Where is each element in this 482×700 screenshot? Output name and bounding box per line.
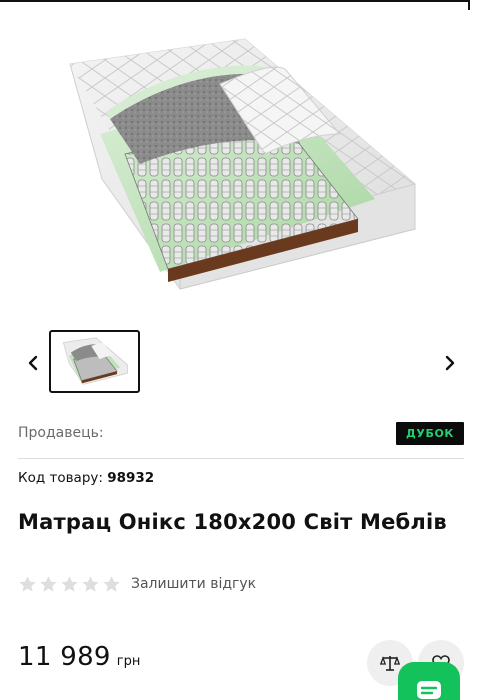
star-icon [61, 575, 78, 592]
product-code: Код товару: 98932 [18, 470, 154, 486]
thumbnail-image [62, 336, 128, 385]
product-code-value: 98932 [107, 470, 155, 486]
top-border [0, 0, 468, 2]
leave-review-link[interactable]: Залишити відгук [131, 576, 256, 592]
chevron-left-icon[interactable] [20, 350, 46, 376]
scales-icon [380, 656, 400, 671]
star-icon [40, 575, 57, 592]
top-border-tick [468, 0, 470, 10]
product-main-image[interactable] [40, 24, 440, 314]
product-title: Матрац Онікс 180х200 Світ Меблів [18, 510, 447, 534]
star-icon [19, 575, 36, 592]
price-value: 11 989 [18, 642, 111, 672]
star-icon [103, 575, 120, 592]
chevron-right-icon[interactable] [437, 350, 463, 376]
rating-row: Залишити відгук [18, 573, 256, 595]
seller-logo-text: ДУБОК [405, 427, 454, 440]
divider [18, 458, 464, 459]
chat-button[interactable] [398, 662, 460, 700]
thumbnail-item[interactable] [49, 330, 140, 393]
seller-row: Продавець: ДУБОК [18, 418, 464, 458]
star-icon [82, 575, 99, 592]
price-currency: грн [116, 654, 141, 669]
price-row: 11 989 грн [18, 642, 140, 672]
chat-icon [417, 681, 441, 699]
seller-logo[interactable]: ДУБОК [396, 422, 464, 445]
seller-label: Продавець: [18, 425, 104, 441]
product-code-label: Код товару: [18, 470, 103, 486]
rating-stars[interactable] [18, 575, 121, 594]
thumbnail-strip [0, 322, 482, 402]
